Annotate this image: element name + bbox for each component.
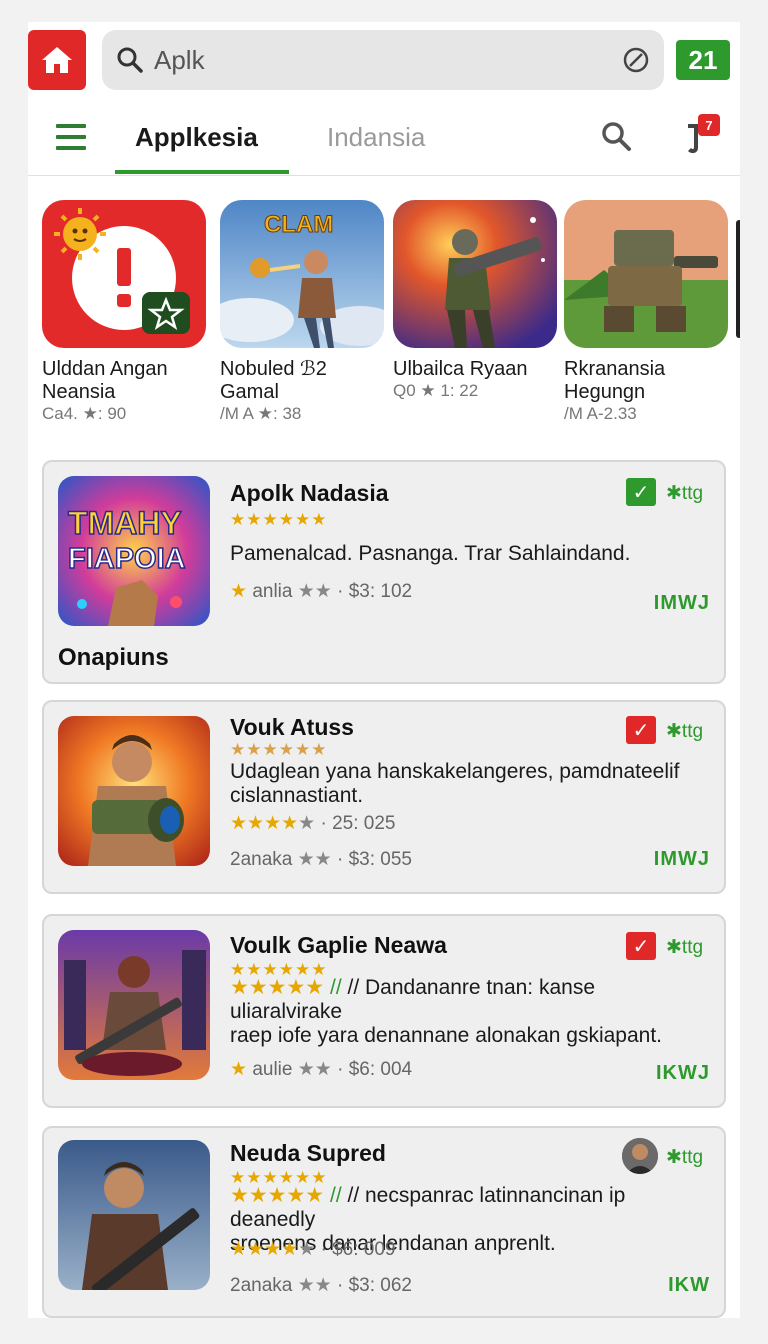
- app-thumbnail: [58, 716, 210, 866]
- rifleman-game-icon: [58, 1140, 210, 1290]
- bazooka-game-icon: [58, 716, 210, 866]
- app-frame: Aplk 21 Applkesia Indansia 7 Ulddan Anga…: [28, 22, 740, 1318]
- app-thumbnail: CLAM: [220, 200, 384, 348]
- size-code: IMWJ: [653, 848, 710, 870]
- app-name: Nobuled ℬ2 Gamal: [220, 358, 327, 403]
- app-thumbnail: [42, 200, 206, 348]
- search-input[interactable]: Aplk: [102, 30, 664, 90]
- clear-icon[interactable]: [622, 46, 650, 74]
- installed-checkbox[interactable]: ✓: [626, 716, 656, 744]
- menu-icon[interactable]: [56, 124, 86, 150]
- app-thumbnail: [58, 930, 210, 1080]
- app-meta: /M A-2.33: [564, 404, 637, 423]
- size-code: IKWJ: [656, 1062, 710, 1084]
- active-tab-indicator: [115, 170, 289, 174]
- tag-label: ✱ttg: [666, 483, 704, 504]
- game-logo-text: TMAHY: [68, 505, 182, 541]
- app-thumbnail: TMAHY FIAPOIA: [58, 476, 210, 626]
- app-description: Udaglean yana hanskakelangeres, pamdnate…: [230, 760, 680, 807]
- app-meta: /M A ★: 38: [220, 404, 302, 423]
- person-icon: [622, 1138, 658, 1174]
- installed-checkbox[interactable]: ✓: [626, 478, 656, 506]
- tag-label: ✱ttg: [666, 1147, 704, 1168]
- app-meta: ★ aulie ★★ · $6: 004: [230, 1059, 413, 1080]
- section-label: Onapiuns: [58, 644, 169, 671]
- rating-stars: ★★★★★★: [230, 740, 328, 759]
- app-thumbnail: [58, 1140, 210, 1290]
- featured-carousel[interactable]: Ulddan Angan Neansia Ca4. ★: 90 CLAM Nob…: [42, 200, 740, 440]
- app-card[interactable]: TMAHY FIAPOIA Apolk Nadasia ★★★★★★ Pamen…: [42, 460, 726, 684]
- notification-badge: 7: [698, 114, 720, 136]
- puzzle-game-icon: TMAHY FIAPOIA: [58, 476, 210, 626]
- app-name: Ulbailca Ryaan: [393, 358, 528, 380]
- hero-game-icon: CLAM: [220, 200, 384, 348]
- carousel-item[interactable]: CLAM Nobuled ℬ2 Gamal /M A ★: 38: [220, 200, 384, 424]
- app-meta: ★ anlia ★★ · $3: 102: [230, 581, 413, 602]
- app-title: Voulk Gaplie Neawa: [230, 932, 447, 958]
- tab-bar: Applkesia Indansia 7: [28, 100, 740, 176]
- app-card[interactable]: Vouk Atuss ★★★★★★ Udaglean yana hanskake…: [42, 700, 726, 894]
- alert-app-icon: [54, 208, 190, 334]
- size-code: IKW: [668, 1274, 710, 1296]
- next-item-edge: [736, 220, 740, 338]
- app-meta: Q0 ★ 1: 22: [393, 381, 479, 400]
- app-name: Ulddan Angan Neansia: [42, 358, 168, 403]
- mech-game-icon: [564, 200, 728, 348]
- search-icon[interactable]: [600, 120, 632, 152]
- app-meta: Ca4. ★: 90: [42, 404, 127, 423]
- tag-label: ✱ttg: [666, 937, 704, 958]
- app-thumbnail: [564, 200, 728, 348]
- search-query: Aplk: [154, 44, 205, 75]
- search-icon: [117, 47, 143, 73]
- tag-label: ✱ttg: [666, 721, 704, 742]
- game-logo-text: CLAM: [264, 211, 333, 238]
- home-button[interactable]: [28, 30, 86, 90]
- app-name: Rkranansia Hegungn: [564, 358, 666, 403]
- carousel-item[interactable]: Rkranansia Hegungn /M A-2.33: [564, 200, 728, 424]
- carousel-item[interactable]: Ulbailca Ryaan Q0 ★ 1: 22: [393, 200, 557, 401]
- gunner-game-icon: [58, 930, 210, 1080]
- app-title: Neuda Supred: [230, 1140, 386, 1166]
- app-description: Pamenalcad. Pasnanga. Trar Sahlaindand.: [230, 542, 631, 565]
- rating-stars: ★★★★★★: [230, 510, 328, 529]
- tab-applkesia[interactable]: Applkesia: [135, 122, 258, 153]
- app-meta: 2anaka ★★ · $3: 062: [230, 1275, 412, 1296]
- rating-line: ★★★★★ · 25: 025: [230, 813, 396, 834]
- app-meta: 2anaka ★★ · $3: 055: [230, 849, 412, 870]
- rating-line: ★★★★★ · $6: 009: [230, 1239, 396, 1260]
- app-thumbnail: [393, 200, 557, 348]
- app-card[interactable]: Voulk Gaplie Neawa ★★★★★★ ★★★★★ // // Da…: [42, 914, 726, 1108]
- game-logo-text: FIAPOIA: [68, 543, 186, 575]
- tab-indansia[interactable]: Indansia: [327, 122, 425, 153]
- carousel-item[interactable]: Ulddan Angan Neansia Ca4. ★: 90: [42, 200, 206, 424]
- home-icon: [42, 47, 72, 73]
- counter-badge[interactable]: 21: [676, 40, 730, 80]
- app-card[interactable]: Neuda Supred ★★★★★★ ★★★★★ // // necspanr…: [42, 1126, 726, 1318]
- app-description: ★★★★★ // // Dandananre tnan: kanse uliar…: [230, 976, 662, 1047]
- app-title: Vouk Atuss: [230, 714, 354, 740]
- size-code: IMWJ: [653, 592, 710, 614]
- soldier-game-icon: [393, 200, 557, 348]
- installed-checkbox[interactable]: ✓: [626, 932, 656, 960]
- avatar[interactable]: [622, 1138, 658, 1174]
- app-title: Apolk Nadasia: [230, 480, 389, 506]
